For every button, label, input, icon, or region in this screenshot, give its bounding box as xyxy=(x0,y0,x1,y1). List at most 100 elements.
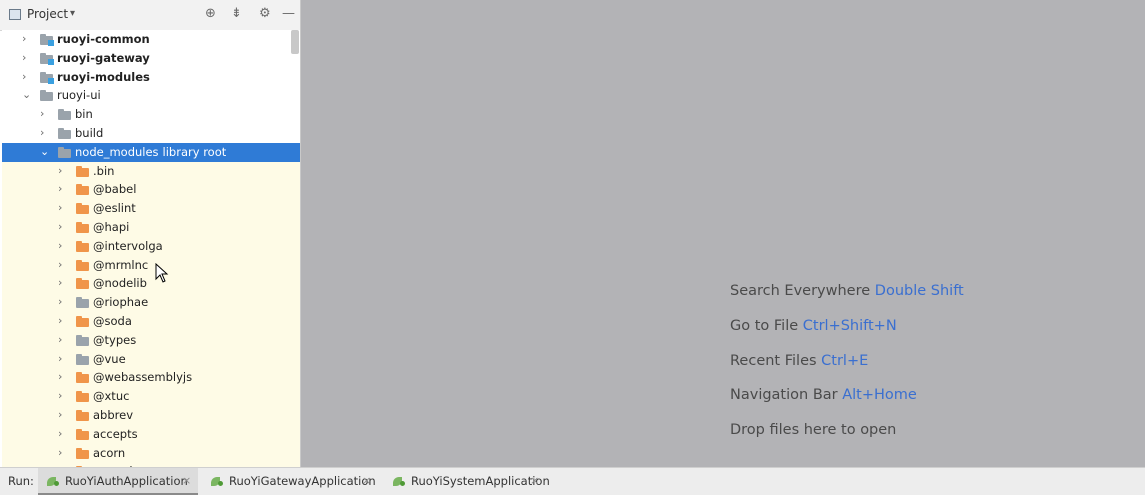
chevron-right-icon[interactable]: › xyxy=(58,276,68,290)
tip-shortcut: Ctrl+E xyxy=(816,352,869,369)
tree-item-label: ruoyi-common xyxy=(57,32,150,46)
chevron-right-icon[interactable]: › xyxy=(58,182,68,196)
tree-item[interactable]: › ruoyi-common xyxy=(2,30,300,49)
chevron-right-icon[interactable]: › xyxy=(22,51,32,65)
chevron-right-icon[interactable]: › xyxy=(58,201,68,215)
folder-icon xyxy=(76,334,89,346)
folder-icon xyxy=(76,240,89,252)
chevron-right-icon[interactable]: › xyxy=(58,220,68,234)
tree-item[interactable]: › @babel xyxy=(2,180,300,199)
folder-icon xyxy=(76,297,89,309)
tree-item-label: @eslint xyxy=(93,201,136,216)
project-tree: › ruoyi-common › ruoyi-gateway › ruoyi-module… xyxy=(2,30,300,467)
tree-item[interactable]: › ruoyi-gateway xyxy=(2,48,300,68)
chevron-right-icon[interactable]: › xyxy=(58,164,68,178)
tree-item[interactable]: › ruoyi-modules xyxy=(2,67,300,87)
chevron-right-icon[interactable]: › xyxy=(58,427,68,441)
tip-text: Recent Files xyxy=(730,352,817,369)
run-tab[interactable]: RuoYiAuthApplication × xyxy=(38,468,198,495)
tree-item[interactable]: › @hapi xyxy=(2,218,300,237)
chevron-right-icon[interactable]: › xyxy=(22,32,32,46)
chevron-right-icon[interactable]: › xyxy=(40,126,50,140)
close-icon[interactable]: × xyxy=(182,474,191,487)
chevron-right-icon[interactable]: › xyxy=(58,314,68,328)
tree-item-label: @intervolga xyxy=(93,238,163,253)
project-pane-header: Project ▾ ⊕ ⇟ ⚙ — xyxy=(0,0,300,31)
mouse-pointer-icon xyxy=(155,263,169,283)
tree-item[interactable]: › @eslint xyxy=(2,199,300,218)
tree-item[interactable]: › @mrmlnc xyxy=(2,256,300,275)
chevron-right-icon[interactable]: › xyxy=(40,107,50,121)
tree-scrollbar[interactable] xyxy=(291,30,299,54)
folder-icon xyxy=(76,184,89,196)
folder-icon xyxy=(76,259,89,271)
tree-item[interactable]: ⌄ node_modules library root xyxy=(2,142,300,162)
collapse-icon[interactable]: ⇟ xyxy=(231,6,242,22)
close-icon[interactable]: × xyxy=(530,474,539,487)
tip-shortcut: Alt+Home xyxy=(837,387,917,404)
chevron-right-icon[interactable]: › xyxy=(58,370,68,384)
tree-item-label: accepts xyxy=(93,426,138,441)
editor-tip: Navigation Bar Alt+Home xyxy=(730,387,917,403)
tree-item[interactable]: › @soda xyxy=(2,312,300,331)
module-folder-icon xyxy=(40,34,54,46)
tree-item[interactable]: › build xyxy=(2,124,300,143)
folder-icon xyxy=(40,90,53,102)
run-tab[interactable]: RuoYiSystemApplication × xyxy=(384,468,550,495)
tree-item-label: acorn xyxy=(93,445,126,460)
module-folder-icon xyxy=(40,52,54,65)
tree-item[interactable]: › accepts xyxy=(2,425,300,444)
chevron-right-icon[interactable]: › xyxy=(58,389,68,403)
tree-item[interactable]: › abbrev xyxy=(2,406,300,425)
chevron-right-icon[interactable]: › xyxy=(58,333,68,347)
tree-item-label: node_modules library root xyxy=(75,144,227,159)
tree-item-label: @xtuc xyxy=(93,389,130,404)
folder-icon xyxy=(76,410,89,421)
run-tab[interactable]: RuoYiGatewayApplication × xyxy=(202,468,378,495)
tree-item[interactable]: ⌄ ruoyi-ui xyxy=(2,86,300,106)
project-view-selector[interactable]: Project xyxy=(27,7,68,21)
editor-empty-area[interactable]: Search Everywhere Double Shift Go to File… xyxy=(301,2,1145,467)
gear-icon[interactable]: ⚙ xyxy=(259,6,271,22)
tree-item[interactable]: › @nodelib xyxy=(2,274,300,293)
chevron-down-icon[interactable]: ⌄ xyxy=(22,88,32,102)
tree-item-label: ruoyi-gateway xyxy=(57,50,150,65)
tree-item[interactable]: › @intervolga xyxy=(2,237,300,256)
tree-item[interactable]: › .bin xyxy=(2,162,300,181)
tree-item[interactable]: › @vue xyxy=(2,350,300,369)
tree-item-label: abbrev xyxy=(93,408,134,422)
tree-item[interactable]: › @types xyxy=(2,331,300,350)
target-icon[interactable]: ⊕ xyxy=(205,6,216,22)
chevron-right-icon[interactable]: › xyxy=(58,258,68,272)
chevron-right-icon[interactable]: › xyxy=(58,446,68,460)
chevron-right-icon[interactable]: › xyxy=(58,239,68,253)
tree-item-label: @riophae xyxy=(93,295,149,310)
minimize-icon[interactable]: — xyxy=(282,6,295,22)
chevron-right-icon[interactable]: › xyxy=(58,352,68,366)
close-icon[interactable]: × xyxy=(362,474,371,487)
chevron-right-icon[interactable]: › xyxy=(22,70,32,84)
tree-item[interactable]: › @xtuc xyxy=(2,387,300,406)
editor-tip: Recent Files Ctrl+E xyxy=(730,353,868,369)
tree-item[interactable]: › @riophae xyxy=(2,293,300,312)
chevron-down-icon[interactable]: ▾ xyxy=(70,8,75,19)
tree-item-label: @babel xyxy=(93,182,137,197)
editor-tip: Drop files here to open xyxy=(730,422,896,438)
spring-boot-icon xyxy=(393,475,405,487)
editor-tip: Go to File Ctrl+Shift+N xyxy=(730,318,897,334)
run-tab-label: RuoYiAuthApplication xyxy=(65,474,188,488)
tree-item-label: @nodelib xyxy=(93,276,147,291)
chevron-right-icon[interactable]: › xyxy=(58,295,68,309)
chevron-down-icon[interactable]: ⌄ xyxy=(40,145,50,159)
tree-item[interactable]: › acorn xyxy=(2,444,300,463)
folder-icon xyxy=(58,146,71,158)
tree-item-label: build xyxy=(75,126,104,140)
tree-item[interactable]: › bin xyxy=(2,105,300,124)
folder-icon xyxy=(76,391,89,403)
project-tool-window: Project ▾ ⊕ ⇟ ⚙ — › ruoyi-common › ruoyi-ga… xyxy=(0,0,301,467)
module-folder-icon xyxy=(40,71,54,84)
tree-item-label: @webassemblyjs xyxy=(93,370,193,385)
chevron-right-icon[interactable]: › xyxy=(58,408,68,422)
tree-item[interactable]: › @webassemblyjs xyxy=(2,368,300,387)
folder-icon xyxy=(58,109,71,121)
